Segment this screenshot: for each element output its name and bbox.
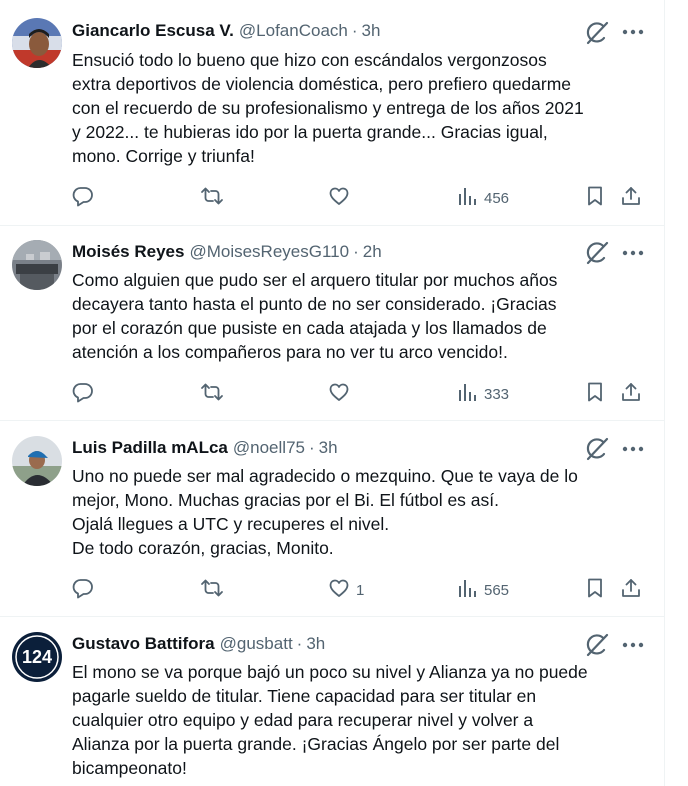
tweet-header: Luis Padilla mALca @noell75 · 3h: [72, 437, 338, 459]
reply-icon: [72, 381, 94, 407]
share-button[interactable]: [620, 381, 642, 407]
tweet[interactable]: Giancarlo Escusa V. @LofanCoach · 3h Ens…: [0, 0, 664, 226]
tweet-header: Moisés Reyes @MoisesReyesG110 · 2h: [72, 241, 382, 263]
tweet-text: Ensució todo lo bueno que hizo con escán…: [72, 50, 584, 166]
retweet-button[interactable]: [200, 185, 224, 211]
avatar[interactable]: [12, 436, 62, 486]
grok-icon[interactable]: [583, 631, 611, 659]
like-button[interactable]: 1: [328, 577, 364, 603]
views-button[interactable]: 565: [456, 577, 509, 603]
bookmark-icon: [584, 577, 606, 603]
author-handle[interactable]: @LofanCoach: [239, 21, 348, 41]
author-handle[interactable]: @gusbatt: [220, 634, 293, 654]
reply-icon: [72, 185, 94, 211]
action-bar: 1 565: [72, 577, 664, 603]
share-icon: [620, 185, 642, 211]
tweet-header: Gustavo Battifora @gusbatt · 3h: [72, 633, 325, 655]
retweet-icon: [200, 185, 224, 211]
author-name[interactable]: Luis Padilla mALca: [72, 438, 228, 458]
timeline-border: [664, 0, 665, 786]
avatar-logo-text: 124: [22, 647, 52, 667]
share-button[interactable]: [620, 577, 642, 603]
share-icon: [620, 381, 642, 407]
views-chart-icon: [456, 185, 478, 211]
bookmark-button[interactable]: [584, 185, 606, 211]
views-button[interactable]: 333: [456, 381, 509, 407]
timestamp[interactable]: 3h: [319, 438, 338, 458]
avatar[interactable]: 124: [12, 632, 62, 682]
more-dots-icon[interactable]: [620, 438, 646, 460]
views-chart-icon: [456, 577, 478, 603]
bookmark-button[interactable]: [584, 381, 606, 407]
share-button[interactable]: [620, 185, 642, 211]
retweet-icon: [200, 381, 224, 407]
separator: ·: [308, 438, 315, 457]
separator: ·: [353, 242, 359, 261]
author-handle[interactable]: @noell75: [233, 438, 305, 458]
action-bar: 456: [72, 185, 664, 211]
tweet[interactable]: Luis Padilla mALca @noell75 · 3h Uno no …: [0, 421, 664, 617]
separator: ·: [296, 634, 303, 653]
more-dots-icon[interactable]: [620, 21, 646, 43]
reply-button[interactable]: [72, 185, 94, 211]
timestamp[interactable]: 3h: [362, 21, 381, 41]
reply-icon: [72, 577, 94, 603]
author-handle[interactable]: @MoisesReyesG110: [189, 242, 349, 262]
like-count: 1: [356, 581, 365, 599]
timestamp[interactable]: 3h: [306, 634, 325, 654]
tweet-text: Como alguien que pudo ser el arquero tit…: [72, 270, 558, 362]
avatar[interactable]: [12, 18, 62, 68]
tweet-header: Giancarlo Escusa V. @LofanCoach · 3h: [72, 20, 380, 42]
view-count: 565: [484, 581, 510, 599]
retweet-button[interactable]: [200, 577, 224, 603]
reply-button[interactable]: [72, 381, 94, 407]
more-dots-icon[interactable]: [620, 242, 646, 264]
grok-icon[interactable]: [583, 435, 611, 463]
bookmark-icon: [584, 185, 606, 211]
retweet-button[interactable]: [200, 381, 224, 407]
views-button[interactable]: 456: [456, 185, 509, 211]
author-name[interactable]: Moisés Reyes: [72, 242, 184, 262]
tweet[interactable]: 124 Gustavo Battifora @gusbatt · 3h El m…: [0, 617, 664, 786]
heart-icon: [328, 381, 350, 407]
reply-button[interactable]: [72, 577, 94, 603]
timestamp[interactable]: 2h: [363, 242, 382, 262]
like-button[interactable]: [328, 185, 356, 211]
action-bar: 333: [72, 381, 664, 407]
heart-icon: [328, 577, 350, 603]
heart-icon: [328, 185, 350, 211]
tweet-text: El mono se va porque bajó un poco su niv…: [72, 662, 588, 778]
author-name[interactable]: Giancarlo Escusa V.: [72, 21, 234, 41]
avatar[interactable]: [12, 240, 62, 290]
views-chart-icon: [456, 381, 478, 407]
view-count: 333: [484, 385, 510, 403]
grok-icon[interactable]: [583, 239, 611, 267]
tweet-text: Uno no puede ser mal agradecido o mezqui…: [72, 466, 578, 558]
view-count: 456: [484, 189, 510, 207]
bookmark-icon: [584, 381, 606, 407]
separator: ·: [351, 21, 358, 40]
share-icon: [620, 577, 642, 603]
bookmark-button[interactable]: [584, 577, 606, 603]
retweet-icon: [200, 577, 224, 603]
tweet[interactable]: Moisés Reyes @MoisesReyesG110 · 2h Como …: [0, 226, 664, 421]
like-button[interactable]: [328, 381, 356, 407]
more-dots-icon[interactable]: [620, 634, 646, 656]
author-name[interactable]: Gustavo Battifora: [72, 634, 215, 654]
grok-icon[interactable]: [583, 19, 611, 47]
